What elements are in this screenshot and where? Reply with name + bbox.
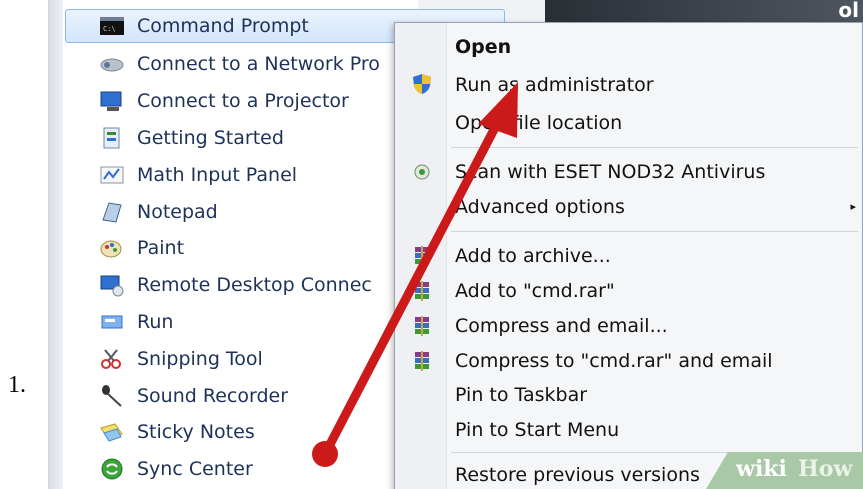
menu-item-compress-to-cmd-rar-email[interactable]: Compress to "cmd.rar" and email	[455, 344, 773, 378]
program-label: Connect to a Network Pro	[137, 53, 380, 75]
menu-item-label: Run as administrator	[455, 74, 654, 96]
program-label: Run	[137, 311, 174, 333]
program-notepad[interactable]: Notepad	[99, 195, 415, 229]
program-sticky-notes[interactable]: Sticky Notes	[99, 415, 415, 449]
wikihow-watermark: wiki How	[706, 452, 863, 489]
context-menu: Open Run as administrator Open file loca…	[394, 22, 863, 489]
program-connect-network-projector[interactable]: Connect to a Network Pro	[99, 47, 415, 81]
remote-desktop-icon	[99, 273, 125, 297]
winrar-icon	[415, 281, 429, 301]
corner-text: ol	[838, 0, 859, 22]
program-remote-desktop[interactable]: Remote Desktop Connec	[99, 268, 415, 302]
program-connect-projector[interactable]: Connect to a Projector	[99, 84, 415, 118]
program-run[interactable]: Run	[99, 305, 415, 339]
menu-item-compress-and-email[interactable]: Compress and email...	[455, 309, 668, 343]
microphone-icon	[99, 384, 125, 408]
step-number: 1.	[8, 372, 26, 398]
menu-item-label: Scan with ESET NOD32 Antivirus	[455, 161, 766, 183]
notepad-icon	[99, 200, 125, 224]
snipping-tool-icon	[99, 347, 125, 371]
math-input-icon	[99, 163, 125, 187]
run-icon	[99, 310, 125, 334]
program-label: Sticky Notes	[137, 421, 255, 443]
menu-item-open[interactable]: Open	[455, 30, 511, 64]
program-label: Snipping Tool	[137, 348, 263, 370]
menu-item-label: Open file location	[455, 112, 623, 134]
menu-item-scan-eset[interactable]: Scan with ESET NOD32 Antivirus	[455, 155, 765, 189]
menu-item-run-as-administrator[interactable]: Run as administrator	[455, 68, 654, 102]
menu-item-restore-previous-versions[interactable]: Restore previous versions	[455, 458, 700, 489]
program-label: Notepad	[137, 201, 218, 223]
menu-item-open-file-location[interactable]: Open file location	[455, 106, 622, 140]
menu-item-label: Pin to Taskbar	[455, 384, 588, 406]
program-label: Remote Desktop Connec	[137, 274, 372, 296]
menu-item-advanced-options[interactable]: Advanced options	[455, 190, 625, 224]
network-projector-icon	[99, 52, 125, 76]
program-sound-recorder[interactable]: Sound Recorder	[99, 379, 415, 413]
program-getting-started[interactable]: Getting Started	[99, 121, 415, 155]
menu-item-label: Add to "cmd.rar"	[455, 280, 615, 302]
program-sync-center[interactable]: Sync Center	[99, 452, 415, 486]
uac-shield-icon	[413, 74, 431, 94]
program-label: Sync Center	[137, 458, 253, 480]
sticky-notes-icon	[99, 420, 125, 444]
sync-center-icon	[99, 457, 125, 481]
menu-item-label: Advanced options	[455, 196, 625, 218]
menu-item-label: Restore previous versions	[455, 464, 700, 486]
eset-icon	[414, 164, 430, 180]
program-label: Command Prompt	[137, 15, 309, 37]
menu-item-label: Open	[455, 36, 512, 58]
start-menu-program-list: C:\ Command Prompt Connect to a Network …	[48, 0, 505, 489]
program-label: Getting Started	[137, 127, 284, 149]
menu-item-pin-to-start-menu[interactable]: Pin to Start Menu	[455, 413, 619, 447]
menu-item-label: Pin to Start Menu	[455, 419, 620, 441]
windows-screenshot: ol C:\ Command Prompt Connect to a Netwo…	[48, 0, 863, 489]
program-paint[interactable]: Paint	[99, 231, 415, 265]
getting-started-icon	[99, 126, 125, 150]
program-math-input-panel[interactable]: Math Input Panel	[99, 158, 415, 192]
winrar-icon	[415, 316, 429, 336]
winrar-icon	[415, 351, 429, 371]
paint-icon	[99, 236, 125, 260]
menu-item-label: Compress to "cmd.rar" and email	[455, 350, 773, 372]
winrar-icon	[415, 246, 429, 266]
program-label: Connect to a Projector	[137, 90, 349, 112]
program-label: Paint	[137, 237, 185, 259]
program-label: Math Input Panel	[137, 164, 298, 186]
program-snipping-tool[interactable]: Snipping Tool	[99, 342, 415, 376]
menu-item-add-to-cmd-rar[interactable]: Add to "cmd.rar"	[455, 274, 615, 308]
submenu-arrow-icon: ▸	[850, 200, 856, 213]
menu-item-label: Compress and email...	[455, 315, 668, 337]
watermark-how: How	[798, 456, 853, 482]
projector-icon	[99, 89, 125, 113]
svg-text:C:\: C:\	[103, 25, 116, 33]
command-prompt-icon: C:\	[99, 14, 125, 38]
menu-item-pin-to-taskbar[interactable]: Pin to Taskbar	[455, 378, 587, 412]
menu-item-label: Add to archive...	[455, 245, 611, 267]
watermark-wiki: wiki	[736, 456, 787, 482]
menu-item-add-to-archive[interactable]: Add to archive...	[455, 239, 611, 273]
program-label: Sound Recorder	[137, 385, 289, 407]
